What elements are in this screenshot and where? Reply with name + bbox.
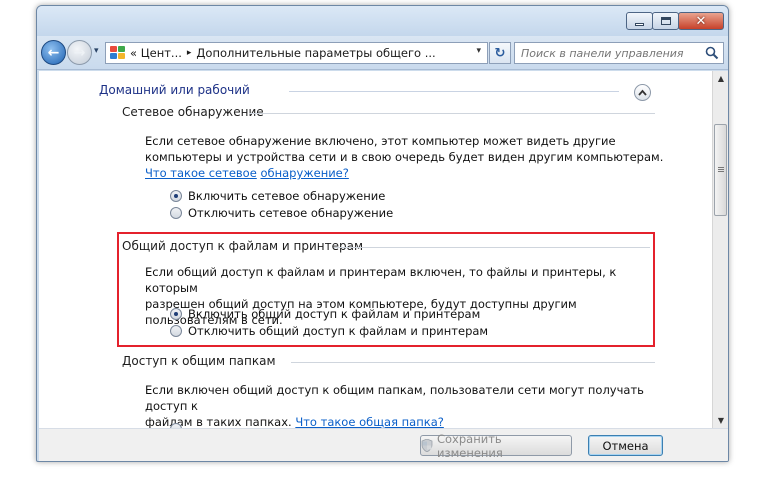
button-bar: Сохранить изменения Отмена (39, 428, 728, 461)
breadcrumb-current[interactable]: Дополнительные параметры общего ... (196, 46, 435, 60)
network-discovery-help-link[interactable]: обнаружение? (260, 166, 348, 180)
file-sharing-off-option[interactable]: Отключить общий доступ к файлам и принте… (170, 324, 488, 338)
grip-icon (718, 167, 724, 168)
refresh-button[interactable]: ↻ (489, 42, 511, 64)
option-label: Включить сетевое обнаружение (188, 189, 386, 203)
arrow-right-icon: → (73, 44, 86, 61)
settings-content: Домашний или рабочий Сетевое обнаружение… (39, 71, 712, 428)
file-sharing-on-option[interactable]: Включить общий доступ к файлам и принтер… (170, 307, 480, 321)
breadcrumb-separator-icon[interactable]: ▸ (187, 48, 192, 58)
search-box[interactable] (514, 42, 724, 64)
public-folders-title: Доступ к общим папкам (122, 354, 276, 368)
network-discovery-title: Сетевое обнаружение (122, 105, 264, 119)
divider (249, 113, 655, 114)
address-toolbar: ← → ▾ « Цент... ▸ Дополнительные парамет… (37, 36, 728, 70)
option-label: Отключить сетевое обнаружение (188, 206, 394, 220)
refresh-icon: ↻ (494, 45, 506, 61)
profile-group-title: Домашний или рабочий (99, 83, 250, 97)
network-discovery-on-option[interactable]: Включить сетевое обнаружение (170, 189, 385, 203)
file-sharing-title: Общий доступ к файлам и принтерам (122, 239, 364, 253)
chevron-up-icon (638, 89, 647, 96)
option-label: Включить общий доступ к файлам и принтер… (188, 307, 481, 321)
network-discovery-off-option[interactable]: Отключить сетевое обнаружение (170, 206, 393, 220)
arrow-left-icon: ← (47, 44, 60, 61)
back-button[interactable]: ← (41, 40, 66, 65)
scroll-up-arrow-icon[interactable]: ▲ (713, 71, 728, 86)
divider (334, 247, 650, 248)
close-icon: ✕ (695, 13, 707, 29)
collapse-group-button[interactable] (634, 84, 651, 101)
scroll-thumb[interactable] (714, 124, 727, 216)
save-changes-button[interactable]: Сохранить изменения (420, 432, 572, 460)
radio-button[interactable] (170, 207, 182, 219)
search-icon[interactable] (705, 46, 719, 60)
scroll-down-arrow-icon[interactable]: ▼ (713, 413, 728, 428)
vertical-scrollbar[interactable]: ▲ ▼ (712, 71, 728, 428)
maximize-icon (660, 17, 671, 25)
radio-button[interactable] (170, 325, 182, 337)
option-label: Отключить общий доступ к файлам и принте… (188, 324, 489, 338)
control-panel-window: ✕ ← → ▾ « Цент... ▸ Дополнительные парам… (36, 5, 729, 462)
public-folder-help-link[interactable]: Что такое общая папка? (295, 415, 444, 428)
address-bar[interactable]: « Цент... ▸ Дополнительные параметры общ… (105, 42, 488, 64)
radio-button-selected[interactable] (170, 308, 182, 320)
control-panel-icon (110, 46, 126, 60)
public-folders-description: Если включен общий доступ к общим папкам… (145, 383, 644, 428)
minimize-icon (635, 22, 644, 26)
network-discovery-description: Если сетевое обнаружение включено, этот … (145, 134, 664, 180)
radio-button-selected[interactable] (170, 190, 182, 202)
search-input[interactable] (521, 47, 701, 60)
cancel-button[interactable]: Отмена (588, 435, 663, 456)
uac-shield-icon (421, 439, 433, 452)
close-button[interactable]: ✕ (678, 12, 724, 30)
breadcrumb-parent[interactable]: « Цент... (130, 46, 182, 60)
network-discovery-help-link[interactable]: Что такое сетевое (145, 166, 257, 180)
forward-button[interactable]: → (67, 40, 92, 65)
recent-pages-dropdown-icon[interactable]: ▾ (94, 46, 99, 56)
title-bar[interactable]: ✕ (37, 6, 728, 36)
divider (291, 362, 655, 363)
maximize-button[interactable] (652, 12, 679, 30)
divider (289, 91, 619, 92)
minimize-button[interactable] (626, 12, 653, 30)
address-dropdown-icon[interactable]: ▾ (476, 46, 481, 56)
